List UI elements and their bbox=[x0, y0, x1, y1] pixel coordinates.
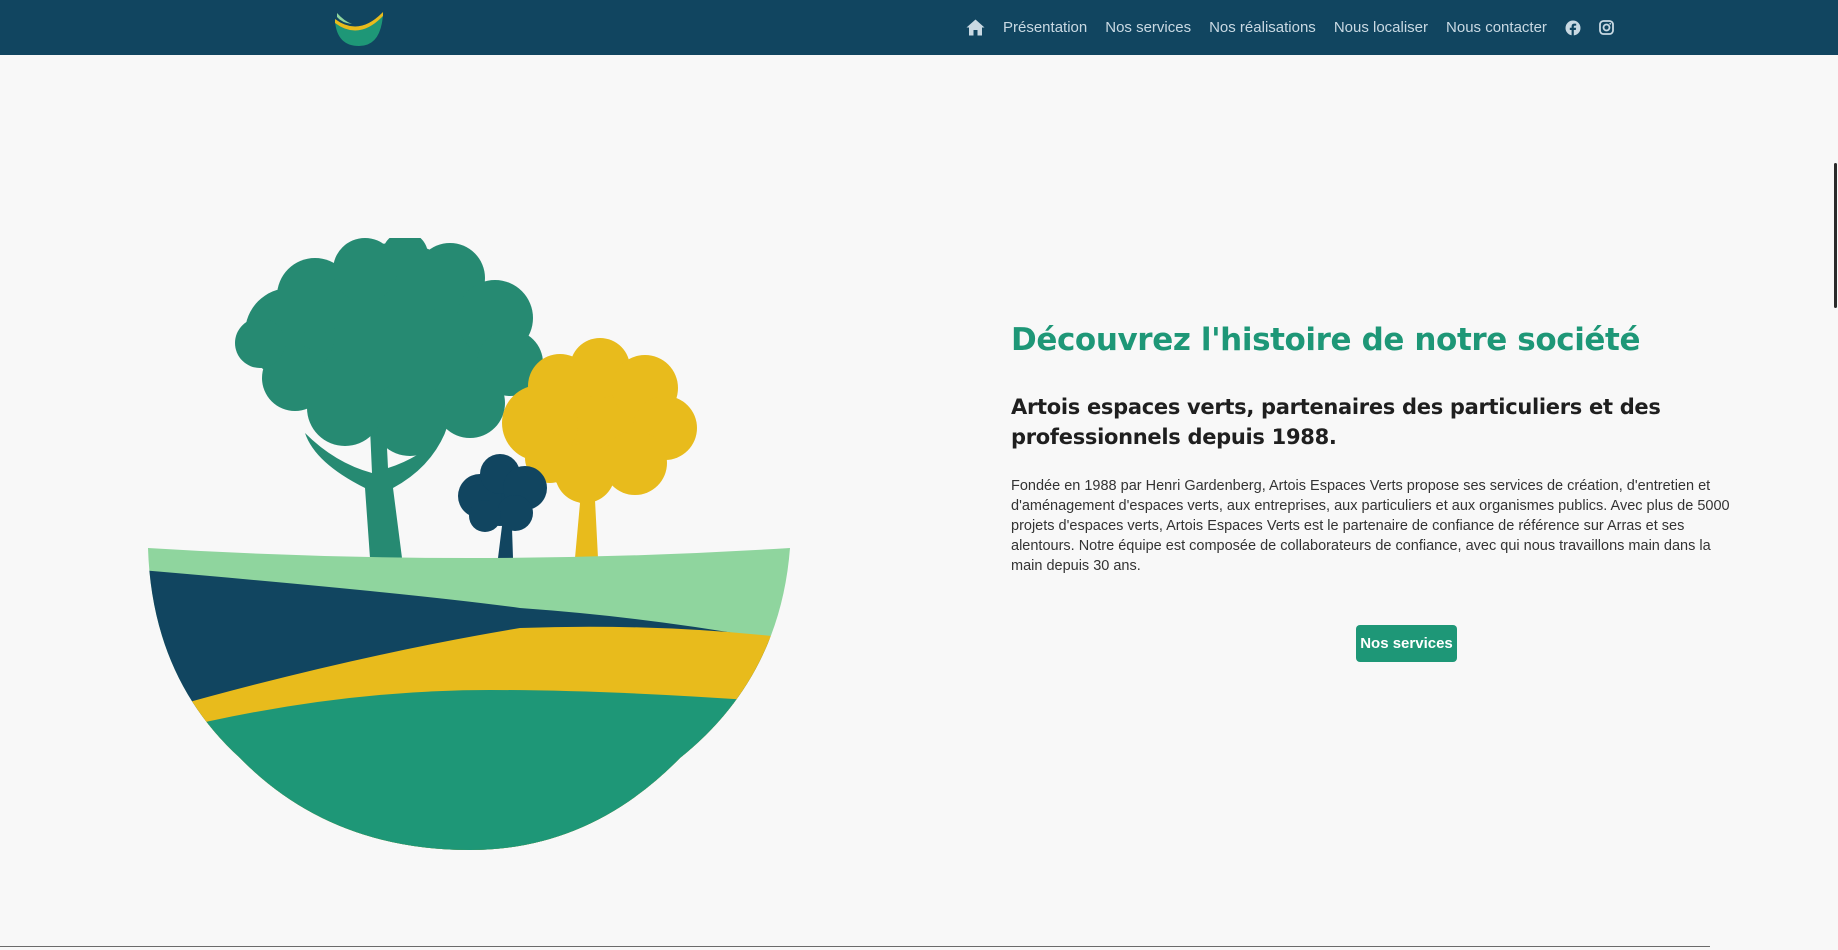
facebook-link[interactable] bbox=[1565, 20, 1581, 36]
scrollbar-thumb[interactable] bbox=[1834, 163, 1837, 308]
home-icon bbox=[966, 19, 985, 36]
instagram-icon bbox=[1599, 20, 1614, 35]
landscape-illustration bbox=[148, 238, 790, 850]
nav-contacter[interactable]: Nous contacter bbox=[1446, 19, 1547, 36]
home-link[interactable] bbox=[966, 19, 985, 36]
navbar: Présentation Nos services Nos réalisatio… bbox=[0, 0, 1838, 55]
instagram-link[interactable] bbox=[1599, 20, 1614, 35]
landscape-bowl bbox=[148, 548, 790, 850]
logo[interactable] bbox=[334, 11, 384, 47]
about-section: Découvrez l'histoire de notre société Ar… bbox=[1011, 318, 1731, 576]
navy-tree bbox=[458, 454, 547, 558]
facebook-icon bbox=[1565, 20, 1581, 36]
section-title: Découvrez l'histoire de notre société bbox=[1011, 322, 1641, 358]
nav-services[interactable]: Nos services bbox=[1105, 19, 1191, 36]
section-subtitle: Artois espaces verts, partenaires des pa… bbox=[1011, 395, 1661, 449]
main-nav: Présentation Nos services Nos réalisatio… bbox=[966, 0, 1614, 55]
section-divider bbox=[0, 946, 1710, 947]
services-button[interactable]: Nos services bbox=[1356, 625, 1457, 662]
nav-realisations[interactable]: Nos réalisations bbox=[1209, 19, 1316, 36]
section-body: Fondée en 1988 par Henri Gardenberg, Art… bbox=[1011, 478, 1730, 574]
nav-presentation[interactable]: Présentation bbox=[1003, 19, 1087, 36]
nav-localiser[interactable]: Nous localiser bbox=[1334, 19, 1428, 36]
